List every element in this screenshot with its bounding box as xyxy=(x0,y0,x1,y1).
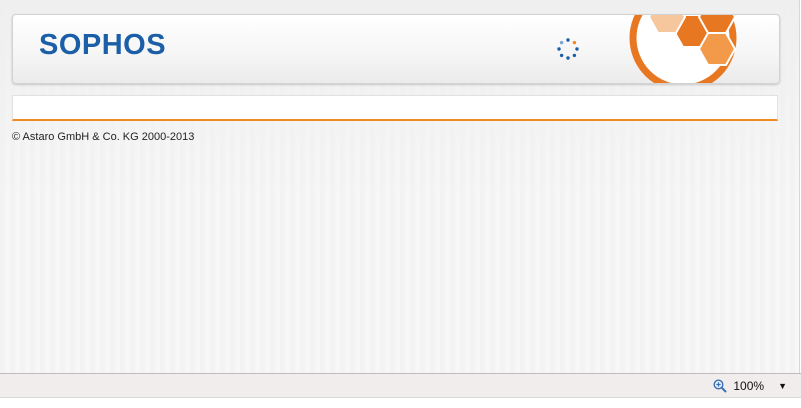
browser-status-bar: 100% ▼ xyxy=(0,373,801,397)
zoom-control[interactable]: 100% ▼ xyxy=(713,377,787,395)
navigation-bar xyxy=(12,95,778,121)
chevron-down-icon[interactable]: ▼ xyxy=(778,381,787,391)
copyright-text: © Astaro GmbH & Co. KG 2000-2013 xyxy=(12,131,195,143)
sophos-logo: SOPHOS xyxy=(39,29,167,61)
taskbar-strip xyxy=(0,397,801,408)
zoom-level[interactable]: 100% xyxy=(733,379,764,393)
browser-viewport: SOPHOS © Astaro GmbH & Co. KG 2000-2013 xyxy=(0,0,800,373)
magnifier-zoom-icon[interactable] xyxy=(713,379,728,393)
header-banner: SOPHOS xyxy=(12,14,780,84)
hexagon-circle-icon xyxy=(629,15,737,83)
loading-spinner-icon xyxy=(557,38,579,60)
